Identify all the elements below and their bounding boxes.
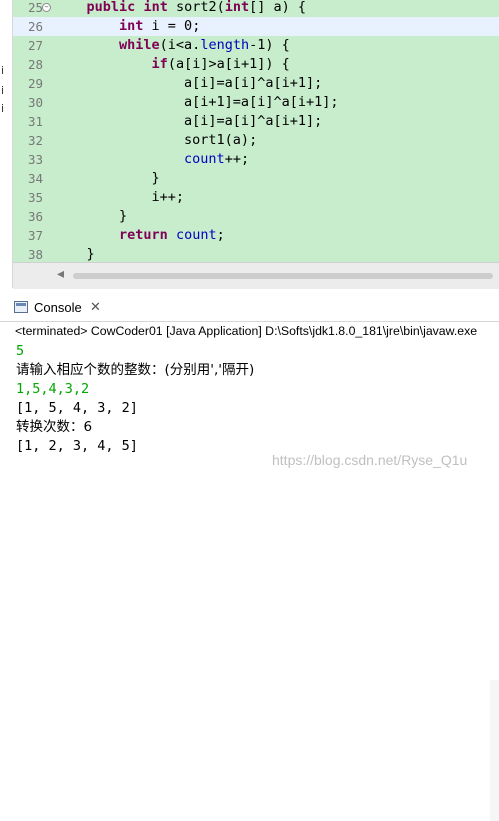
tab-console[interactable]: Console ✕: [14, 295, 109, 321]
code-line[interactable]: 36 }: [13, 207, 499, 226]
line-number: 29: [27, 76, 43, 91]
code-text: }: [54, 245, 95, 262]
field-token: length: [200, 37, 250, 53]
code-line[interactable]: 25− public int sort2(int[] a) {: [13, 0, 499, 17]
code-line[interactable]: 27 while(i<a.length-1) {: [13, 36, 499, 55]
editor-horizontal-scrollbar[interactable]: ◂: [13, 262, 499, 289]
line-number: 30: [27, 95, 43, 110]
line-number: 28: [27, 57, 43, 72]
line-number: 37: [27, 228, 43, 243]
code-text: a[i]=a[i]^a[i+1];: [54, 112, 322, 131]
watermark: https://blog.csdn.net/Ryse_Q1u: [272, 452, 468, 468]
console-input-line: 5: [16, 343, 25, 359]
console-output-line: [1, 5, 4, 3, 2]: [16, 400, 138, 416]
code-token: i++;: [54, 189, 185, 205]
line-number: 27: [27, 38, 43, 53]
scroll-left-arrow-icon[interactable]: ◂: [57, 266, 64, 282]
code-token: i = 0;: [143, 18, 201, 34]
code-token: }: [54, 208, 128, 224]
code-line[interactable]: 32 sort1(a);: [13, 131, 499, 150]
left-panel-fragment: i: [1, 64, 5, 77]
keyword-token: return: [119, 227, 168, 243]
console-input-line: 1,5,4,3,2: [16, 381, 90, 397]
console-status: <terminated> CowCoder01 [Java Applicatio…: [15, 324, 478, 338]
code-token: }: [54, 246, 95, 262]
field-token: count: [184, 151, 225, 167]
code-line[interactable]: 33 count++;: [13, 150, 499, 169]
code-token: a[i]=a[i]^a[i+1];: [54, 113, 323, 129]
code-token: }: [54, 170, 160, 186]
console-output-line: [1, 2, 3, 4, 5]: [16, 438, 138, 454]
code-token: sort1(a);: [54, 132, 258, 148]
code-text: if(a[i]>a[i+1]) {: [54, 55, 290, 74]
console-icon: [14, 301, 28, 313]
line-number: 34: [27, 171, 43, 186]
code-token: (i<a.: [159, 37, 201, 53]
left-panel-edge: i i i: [0, 0, 13, 288]
line-number: 26: [27, 19, 43, 34]
code-text: public int sort2(int[] a) {: [54, 0, 307, 17]
keyword-token: int: [224, 0, 250, 15]
code-text: while(i<a.length-1) {: [54, 36, 290, 55]
code-token: -1) {: [249, 37, 290, 53]
code-text: a[i+1]=a[i]^a[i+1];: [54, 93, 338, 112]
line-number: 32: [27, 133, 43, 148]
code-editor[interactable]: 25− public int sort2(int[] a) {26 int i …: [13, 0, 499, 262]
code-line[interactable]: 31 a[i]=a[i]^a[i+1];: [13, 112, 499, 131]
code-text: i++;: [54, 188, 185, 207]
line-number: 35: [27, 190, 43, 205]
code-line[interactable]: 28 if(a[i]>a[i+1]) {: [13, 55, 499, 74]
code-token: (a[i]>a[i+1]) {: [167, 56, 290, 72]
code-text: sort1(a);: [54, 131, 257, 150]
line-number: 31: [27, 114, 43, 129]
keyword-token: while: [119, 37, 160, 53]
fold-toggle-icon[interactable]: −: [42, 3, 51, 12]
code-line[interactable]: 38 }: [13, 245, 499, 262]
code-text: }: [54, 169, 160, 188]
left-panel-fragment: i: [1, 84, 5, 97]
keyword-token: public: [86, 0, 136, 15]
line-number: 33: [27, 152, 43, 167]
code-line[interactable]: 29 a[i]=a[i]^a[i+1];: [13, 74, 499, 93]
code-line[interactable]: 34 }: [13, 169, 499, 188]
console-output-line: 转换次数：6: [16, 419, 93, 435]
code-token: sort2(: [167, 0, 225, 15]
keyword-token: int: [143, 0, 168, 15]
code-text: a[i]=a[i]^a[i+1];: [54, 74, 322, 93]
line-number: 38: [27, 247, 43, 262]
console-tab-bar: Console ✕: [0, 295, 499, 322]
keyword-token: if: [151, 56, 168, 72]
keyword-token: int: [119, 18, 144, 34]
left-panel-fragment: i: [1, 102, 5, 115]
code-line[interactable]: 35 i++;: [13, 188, 499, 207]
code-token: ;: [216, 227, 225, 243]
console-vertical-scrollbar[interactable]: [490, 680, 499, 821]
code-token: a[i]=a[i]^a[i+1];: [54, 75, 323, 91]
close-icon[interactable]: ✕: [90, 299, 101, 315]
code-text: count++;: [54, 150, 249, 169]
code-text: return count;: [54, 226, 225, 245]
scrollbar-thumb[interactable]: [73, 273, 493, 279]
line-number: 36: [27, 209, 43, 224]
console-tab-label: Console: [34, 300, 82, 315]
code-line[interactable]: 26 int i = 0;: [13, 17, 499, 36]
code-token: [] a) {: [249, 0, 307, 15]
code-text: int i = 0;: [54, 17, 200, 36]
code-token: ++;: [224, 151, 250, 167]
code-token: a[i+1]=a[i]^a[i+1];: [54, 94, 339, 110]
line-number: 25: [27, 0, 43, 15]
code-line[interactable]: 30 a[i+1]=a[i]^a[i+1];: [13, 93, 499, 112]
field-token: count: [175, 227, 217, 243]
code-line[interactable]: 37 return count;: [13, 226, 499, 245]
code-text: }: [54, 207, 127, 226]
console-output-line: 请输入相应个数的整数：(分别用','隔开): [16, 362, 255, 378]
